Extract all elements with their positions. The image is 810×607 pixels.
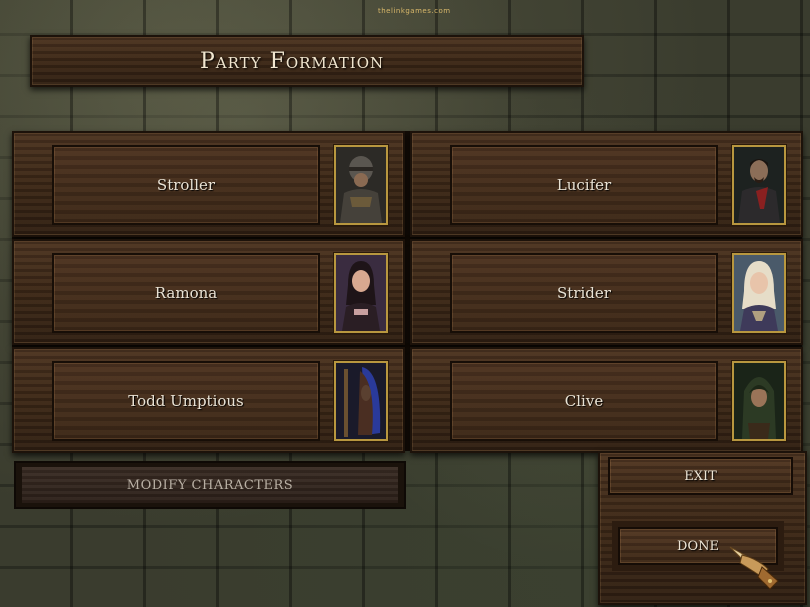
character-name-plate[interactable]: Clive: [450, 361, 718, 441]
party-slot-3[interactable]: Ramona: [12, 239, 405, 345]
exit-button[interactable]: EXIT: [608, 457, 793, 495]
dark-noble-portrait-icon[interactable]: [732, 145, 786, 225]
party-grid: Stroller Lucifer Ramona Strider Todd Ump…: [12, 131, 803, 453]
party-slot-2[interactable]: Lucifer: [410, 131, 803, 237]
hooded-ranger-portrait-icon[interactable]: [732, 361, 786, 441]
party-slot-6[interactable]: Clive: [410, 347, 803, 453]
character-name-plate[interactable]: Strider: [450, 253, 718, 333]
dark-haired-woman-portrait-icon[interactable]: [334, 253, 388, 333]
party-slot-5[interactable]: Todd Umptious: [12, 347, 405, 453]
gauntlet-pointer-icon: [728, 543, 782, 591]
hooded-figure-portrait-icon[interactable]: [334, 361, 388, 441]
character-name-plate[interactable]: Todd Umptious: [52, 361, 320, 441]
character-name-plate[interactable]: Lucifer: [450, 145, 718, 225]
site-logo: thelinkgames.com: [378, 7, 451, 15]
title-banner: Party Formation: [30, 35, 584, 87]
party-slot-1[interactable]: Stroller: [12, 131, 405, 237]
blonde-woman-portrait-icon[interactable]: [732, 253, 786, 333]
armored-warrior-portrait-icon[interactable]: [334, 145, 388, 225]
modify-characters-button[interactable]: MODIFY CHARACTERS: [14, 461, 406, 509]
modify-characters-label[interactable]: MODIFY CHARACTERS: [22, 467, 398, 503]
party-slot-4[interactable]: Strider: [410, 239, 803, 345]
character-name-plate[interactable]: Stroller: [52, 145, 320, 225]
character-name-plate[interactable]: Ramona: [52, 253, 320, 333]
page-title: Party Formation: [200, 48, 385, 74]
